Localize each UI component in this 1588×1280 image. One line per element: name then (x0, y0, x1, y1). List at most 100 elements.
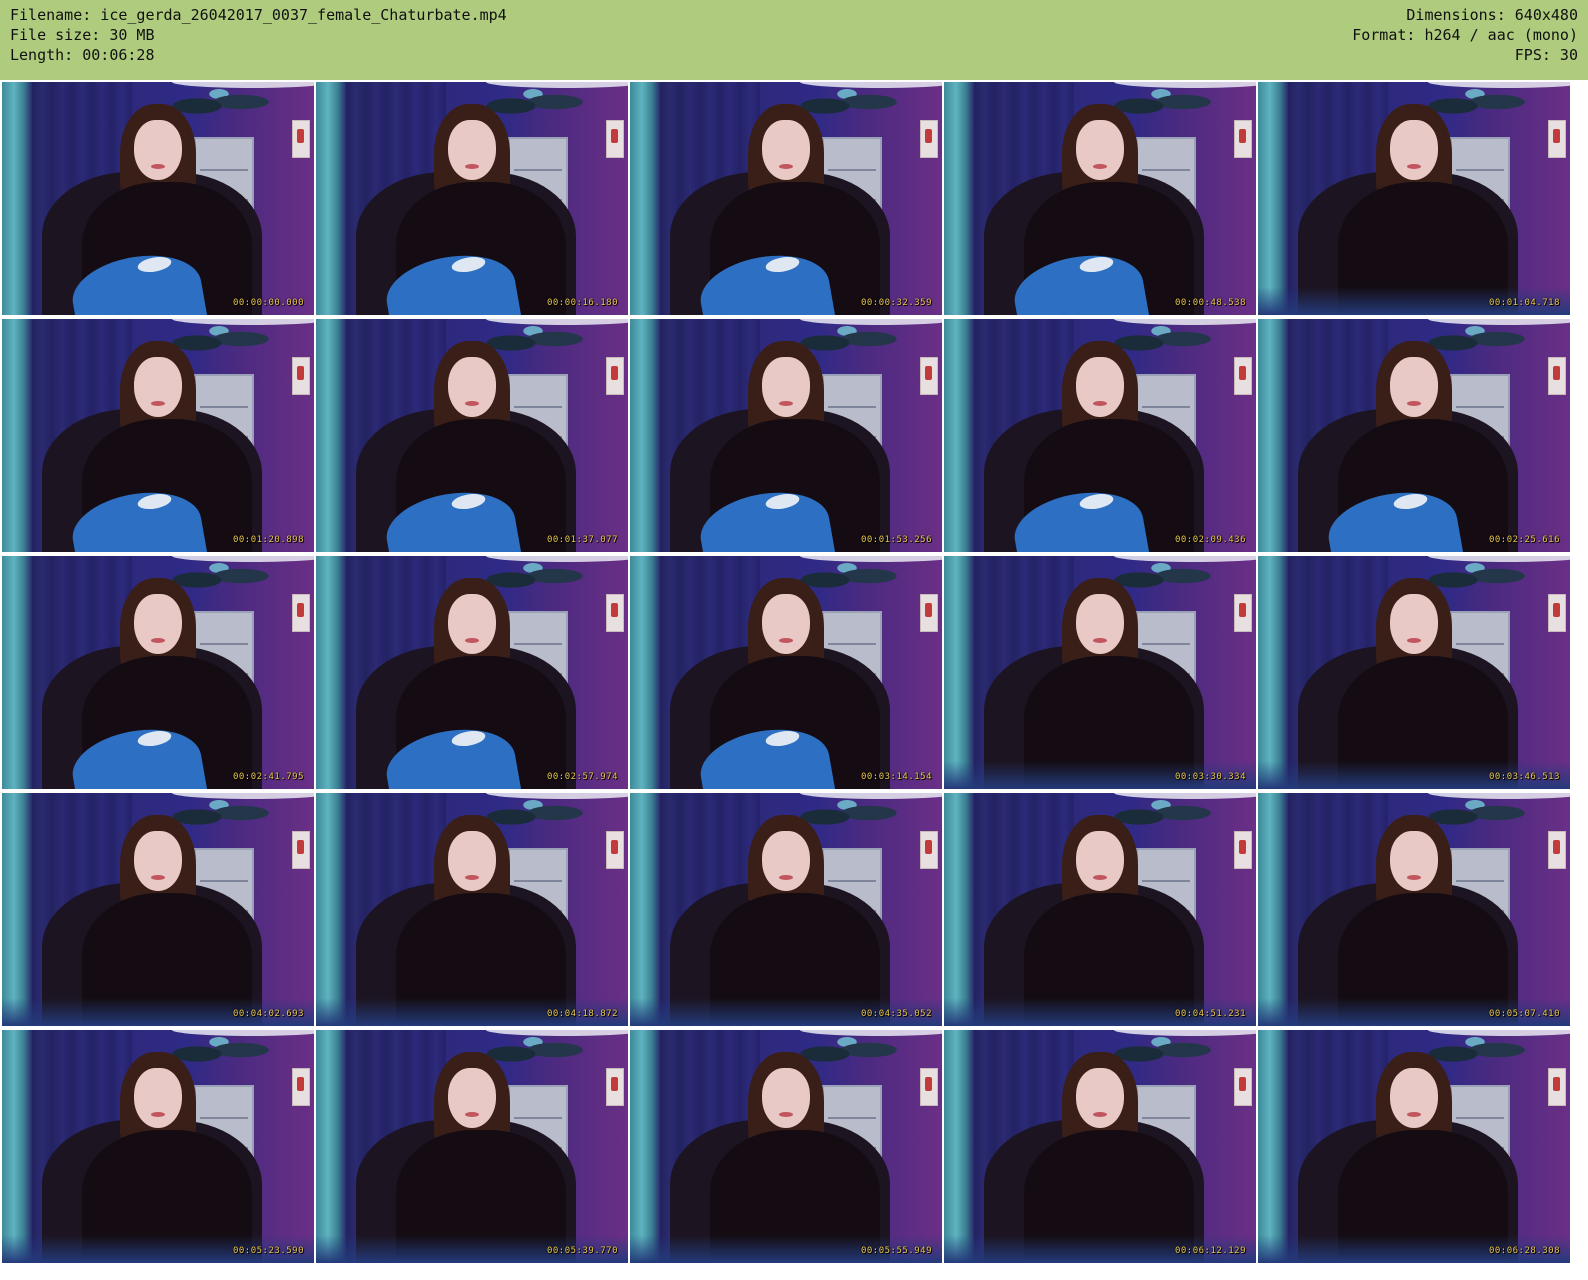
thumbnail-lips (465, 164, 479, 169)
thumbnail-lips (1407, 875, 1421, 880)
thumbnail-lips (1093, 638, 1107, 643)
thumbnail-timestamp: 00:02:41.795 (232, 772, 304, 782)
video-thumbnail: 00:03:30.334 (944, 556, 1256, 789)
thumbnail-timestamp: 00:00:48.538 (1174, 298, 1246, 308)
video-thumbnail: 00:05:07.410 (1258, 793, 1570, 1026)
thumbnail-timestamp: 00:01:20.898 (232, 535, 304, 545)
thumbnail-lips (151, 1112, 165, 1117)
thumbnail-lips (1407, 401, 1421, 406)
thumbnail-timestamp: 00:02:57.974 (546, 772, 618, 782)
thumbnail-poster (292, 120, 310, 158)
thumbnail-poster (920, 357, 938, 395)
thumbnail-face (134, 831, 182, 891)
thumbnail-face (134, 594, 182, 654)
thumbnail-poster (1548, 120, 1566, 158)
thumbnail-timestamp: 00:02:25.616 (1488, 535, 1560, 545)
video-thumbnail: 00:02:09.436 (944, 319, 1256, 552)
thumbnail-face (1076, 1068, 1124, 1128)
thumbnail-face (448, 831, 496, 891)
video-thumbnail: 00:03:46.513 (1258, 556, 1570, 789)
thumbnail-face (1076, 831, 1124, 891)
thumbnail-poster (1234, 594, 1252, 632)
file-info-right: Dimensions: 640x480 Format: h264 / aac (… (1352, 5, 1578, 65)
thumbnail-poster (1548, 594, 1566, 632)
thumbnail-lips (1407, 1112, 1421, 1117)
thumbnail-lips (1407, 164, 1421, 169)
thumbnail-timestamp: 00:04:51.231 (1174, 1009, 1246, 1019)
thumbnail-timestamp: 00:03:30.334 (1174, 772, 1246, 782)
thumbnail-poster (292, 594, 310, 632)
file-info-left: Filename: ice_gerda_26042017_0037_female… (10, 5, 507, 65)
thumbnail-lips (465, 875, 479, 880)
thumbnail-poster (920, 120, 938, 158)
thumbnail-poster (292, 1068, 310, 1106)
thumbnail-poster (292, 357, 310, 395)
thumbnail-face (448, 594, 496, 654)
thumbnail-lips (1093, 1112, 1107, 1117)
thumbnail-lips (1093, 401, 1107, 406)
thumbnail-face (762, 1068, 810, 1128)
thumbnail-face (1076, 594, 1124, 654)
thumbnail-poster (920, 1068, 938, 1106)
thumbnail-face (1390, 120, 1438, 180)
filename-line: Filename: ice_gerda_26042017_0037_female… (10, 6, 507, 24)
video-thumbnail: 00:04:18.872 (316, 793, 628, 1026)
thumbnail-timestamp: 00:04:35.052 (860, 1009, 932, 1019)
length-line: Length: 00:06:28 (10, 46, 155, 64)
thumbnail-timestamp: 00:02:09.436 (1174, 535, 1246, 545)
thumbnail-face (1076, 120, 1124, 180)
video-thumbnail: 00:02:41.795 (2, 556, 314, 789)
thumbnail-face (134, 357, 182, 417)
thumbnail-face (762, 594, 810, 654)
thumbnail-lips (1093, 875, 1107, 880)
video-thumbnail: 00:00:00.000 (2, 82, 314, 315)
video-thumbnail: 00:01:53.256 (630, 319, 942, 552)
thumbnail-lips (779, 1112, 793, 1117)
thumbnail-lips (465, 638, 479, 643)
thumbnail-face (1390, 594, 1438, 654)
thumbnail-poster (1234, 1068, 1252, 1106)
thumbnail-lips (465, 1112, 479, 1117)
thumbnail-timestamp: 00:06:28.308 (1488, 1246, 1560, 1256)
video-info-header: Filename: ice_gerda_26042017_0037_female… (0, 0, 1588, 80)
thumbnail-lips (1407, 638, 1421, 643)
thumbnail-timestamp: 00:06:12.129 (1174, 1246, 1246, 1256)
thumbnail-face (1390, 357, 1438, 417)
video-thumbnail: 00:05:55.949 (630, 1030, 942, 1263)
thumbnail-poster (920, 831, 938, 869)
thumbnail-lips (779, 164, 793, 169)
video-thumbnail: 00:05:39.770 (316, 1030, 628, 1263)
video-thumbnail: 00:01:37.077 (316, 319, 628, 552)
thumbnail-face (448, 357, 496, 417)
thumbnail-lips (151, 164, 165, 169)
dimensions-line: Dimensions: 640x480 (1406, 6, 1578, 24)
thumbnail-poster (1548, 831, 1566, 869)
thumbnail-lips (151, 638, 165, 643)
thumbnail-lips (151, 401, 165, 406)
thumbnail-face (1390, 831, 1438, 891)
thumbnail-poster (920, 594, 938, 632)
thumbnail-face (762, 831, 810, 891)
thumbnail-poster (1234, 357, 1252, 395)
thumbnail-lips (779, 875, 793, 880)
video-thumbnail: 00:02:57.974 (316, 556, 628, 789)
video-thumbnail: 00:04:35.052 (630, 793, 942, 1026)
thumbnail-face (762, 357, 810, 417)
thumbnail-poster (1234, 120, 1252, 158)
thumbnail-poster (292, 831, 310, 869)
thumbnail-face (448, 1068, 496, 1128)
thumbnail-timestamp: 00:00:16.180 (546, 298, 618, 308)
thumbnail-timestamp: 00:01:37.077 (546, 535, 618, 545)
thumbnail-timestamp: 00:00:00.000 (232, 298, 304, 308)
thumbnail-face (134, 1068, 182, 1128)
video-thumbnail: 00:04:02.693 (2, 793, 314, 1026)
thumbnail-poster (606, 831, 624, 869)
thumbnail-grid: 00:00:00.000 00:00:16.180 00:00:32.359 00:0… (0, 80, 1588, 1280)
thumbnail-timestamp: 00:01:04.718 (1488, 298, 1560, 308)
thumbnail-lips (465, 401, 479, 406)
thumbnail-timestamp: 00:01:53.256 (860, 535, 932, 545)
thumbnail-poster (606, 594, 624, 632)
thumbnail-poster (1234, 831, 1252, 869)
thumbnail-lips (1093, 164, 1107, 169)
file-size-line: File size: 30 MB (10, 26, 155, 44)
